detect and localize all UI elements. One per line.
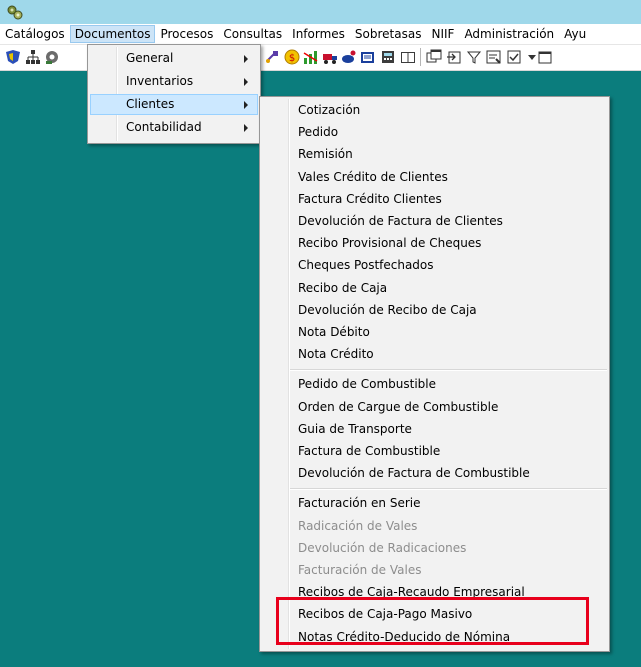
menu-procesos[interactable]: Procesos — [155, 25, 218, 43]
satellite-icon[interactable] — [264, 49, 280, 65]
menu-item-label: Recibo Provisional de Cheques — [298, 236, 482, 251]
submenu-arrow-icon — [244, 78, 248, 86]
warning-icon[interactable]: $ — [284, 49, 300, 65]
menu-item-label: Cotización — [298, 103, 361, 117]
menu-item-label: Facturación en Serie — [298, 496, 421, 511]
menu-item-factura-credito-clientes[interactable]: Factura Crédito Clientes — [262, 189, 607, 210]
filter-icon[interactable] — [466, 49, 482, 65]
menu-item-nota-debito[interactable]: Nota Débito — [262, 322, 607, 343]
menu-item-label: Pedido de Combustible — [298, 377, 436, 392]
menu-item-clientes[interactable]: Clientes — [90, 94, 258, 115]
menu-item-factura-de-combustible[interactable]: Factura de Combustible — [262, 441, 607, 462]
menu-item-cheques-postfechados[interactable]: Cheques Postfechados — [262, 255, 607, 276]
window-icon[interactable] — [538, 49, 554, 65]
menu-documentos[interactable]: Documentos — [69, 25, 156, 43]
title-bar — [0, 0, 641, 24]
menu-item-label: Factura Crédito Clientes — [298, 191, 442, 206]
menu-item-facturacion-de-vales: Facturación de Vales — [262, 560, 607, 581]
menu-item-devolucion-de-radicaciones: Devolución de Radicaciones — [262, 538, 607, 559]
gear-icon[interactable] — [44, 49, 60, 65]
toolbar-separator — [420, 48, 421, 66]
menu-item-devolucion-de-factura-de-combustible[interactable]: Devolución de Factura de Combustible — [262, 463, 607, 484]
menu-item-label: Inventarios — [126, 74, 194, 88]
menu-catalogos[interactable]: Catálogos — [0, 25, 70, 43]
menu-item-label: Factura de Combustible — [298, 444, 441, 458]
menu-separator — [290, 488, 607, 491]
menu-item-orden-de-cargue-de-combustible[interactable]: Orden de Cargue de Combustible — [262, 397, 607, 418]
truck-icon[interactable] — [322, 49, 338, 65]
menu-item-contabilidad[interactable]: Contabilidad — [90, 117, 258, 138]
menu-item-devolucion-de-recibo-de-caja[interactable]: Devolución de Recibo de Caja — [262, 300, 607, 321]
window-icon[interactable] — [426, 49, 442, 65]
menu-item-cotizacion[interactable]: Cotización — [262, 100, 607, 121]
menu-item-recibo-provisional-de-cheques[interactable]: Recibo Provisional de Cheques — [262, 233, 607, 254]
menu-item-remision[interactable]: Remisión — [262, 144, 607, 165]
dish-icon[interactable] — [341, 49, 357, 65]
book-icon[interactable] — [400, 49, 416, 65]
checklist-icon[interactable] — [506, 49, 522, 65]
gears-app-icon — [7, 5, 23, 20]
menu-item-label: Orden de Cargue de Combustible — [298, 399, 499, 414]
menu-administracion[interactable]: Administración — [459, 25, 559, 43]
submenu-arrow-icon — [244, 55, 248, 63]
menu-separator — [290, 369, 607, 372]
menu-ayuda[interactable]: Ayu — [559, 25, 591, 43]
menu-item-pedido[interactable]: Pedido — [262, 122, 607, 143]
svg-text:$: $ — [289, 53, 295, 64]
menu-item-pedido-de-combustible[interactable]: Pedido de Combustible — [262, 374, 607, 395]
menu-item-nota-credito[interactable]: Nota Crédito — [262, 344, 607, 365]
menu-item-label: Vales Crédito de Clientes — [298, 169, 448, 184]
network-icon[interactable] — [25, 49, 41, 65]
menu-item-label: Devolución de Recibo de Caja — [298, 302, 477, 317]
menu-sobretasas[interactable]: Sobretasas — [350, 25, 427, 43]
menu-item-label: Clientes — [126, 97, 175, 111]
menu-item-label: Recibo de Caja — [298, 280, 388, 295]
highlight-box — [276, 597, 589, 645]
menu-item-label: Nota Crédito — [298, 347, 374, 362]
menu-item-label: Guia de Transporte — [298, 421, 412, 436]
menu-item-label: Cheques Postfechados — [298, 258, 434, 273]
shield-icon[interactable] — [5, 49, 21, 65]
import-icon[interactable] — [446, 49, 462, 65]
menu-item-facturacion-en-serie[interactable]: Facturación en Serie — [262, 493, 607, 514]
menu-item-radicacion-de-vales: Radicación de Vales — [262, 516, 607, 537]
menu-item-label: Contabilidad — [126, 120, 202, 134]
menu-bar: Catálogos Documentos Procesos Consultas Info… — [0, 24, 641, 45]
menu-item-label: Remisión — [298, 147, 353, 162]
menu-item-label: Radicación de Vales — [298, 518, 418, 533]
menu-item-label: Devolución de Factura de Clientes — [298, 214, 503, 228]
menu-niif[interactable]: NIIF — [426, 25, 459, 43]
menu-item-general[interactable]: General — [90, 48, 258, 69]
calculator-icon[interactable] — [380, 49, 396, 65]
menu-item-recibo-de-caja[interactable]: Recibo de Caja — [262, 278, 607, 299]
menu-item-inventarios[interactable]: Inventarios — [90, 71, 258, 92]
menu-item-label: Devolución de Radicaciones — [298, 540, 467, 555]
menu-item-label: Pedido — [298, 125, 339, 140]
menu-item-label: Nota Débito — [298, 325, 370, 339]
menu-item-label: Facturación de Vales — [298, 563, 422, 577]
menu-item-label: Devolución de Factura de Combustible — [298, 466, 530, 481]
menu-item-vales-credito-de-clientes[interactable]: Vales Crédito de Clientes — [262, 167, 607, 188]
menu-item-label: General — [126, 51, 174, 65]
submenu-arrow-icon — [244, 101, 248, 109]
form-icon[interactable] — [486, 49, 502, 65]
menu-item-guia-de-transporte[interactable]: Guia de Transporte — [262, 419, 607, 440]
clientes-submenu: Cotización Pedido Remisión Vales Crédito de… — [259, 96, 610, 652]
menu-informes[interactable]: Informes — [287, 25, 350, 43]
documentos-menu: General Inventarios Clientes Contabilidad — [87, 44, 261, 144]
folder-icon[interactable] — [360, 49, 376, 65]
menu-consultas[interactable]: Consultas — [218, 25, 287, 43]
submenu-arrow-icon — [244, 124, 248, 132]
menu-item-devolucion-de-factura-de-clientes[interactable]: Devolución de Factura de Clientes — [262, 211, 607, 232]
chart-icon[interactable] — [303, 49, 319, 65]
